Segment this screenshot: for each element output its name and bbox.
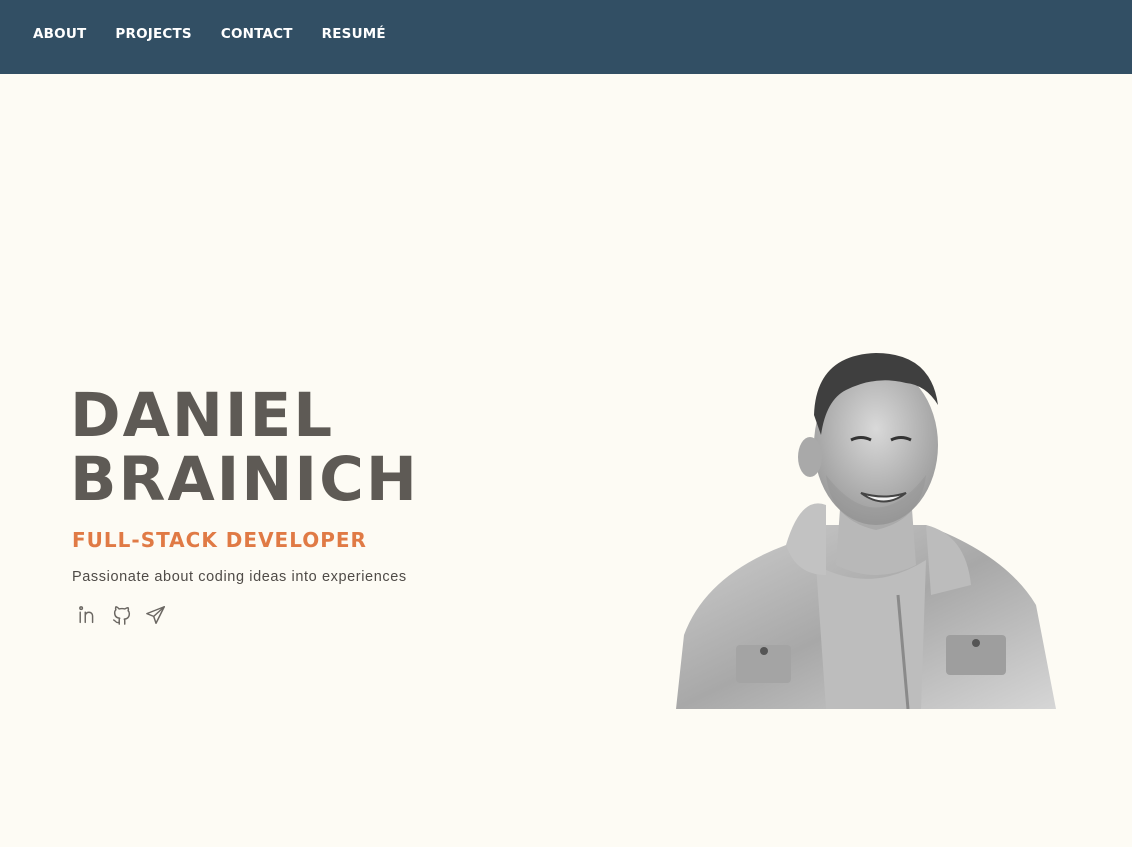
social-links: [76, 602, 168, 628]
hero-role: FULL-STACK DEVELOPER: [72, 528, 367, 552]
navbar: ABOUT PROJECTS CONTACT RESUMÉ: [0, 0, 1132, 74]
nav-link-resume[interactable]: RESUMÉ: [322, 26, 386, 42]
linkedin-icon: [79, 606, 94, 624]
hero-name-first: DANIEL: [70, 380, 335, 451]
nav-link-projects[interactable]: PROJECTS: [115, 26, 191, 42]
paper-plane-icon: [146, 606, 165, 624]
nav-link-about[interactable]: ABOUT: [33, 26, 86, 42]
hero-name-last: BRAINICH: [70, 444, 419, 515]
portrait-photo: [676, 353, 1056, 709]
linkedin-link[interactable]: [76, 602, 100, 628]
github-icon: [113, 606, 131, 625]
email-link[interactable]: [144, 602, 168, 628]
nav-link-contact[interactable]: CONTACT: [221, 26, 293, 42]
nav-menu: ABOUT PROJECTS CONTACT RESUMÉ: [0, 0, 1132, 68]
hero-name: DANIEL BRAINICH: [70, 384, 419, 512]
github-link[interactable]: [110, 602, 134, 628]
hero-tagline: Passionate about coding ideas into exper…: [72, 569, 407, 585]
